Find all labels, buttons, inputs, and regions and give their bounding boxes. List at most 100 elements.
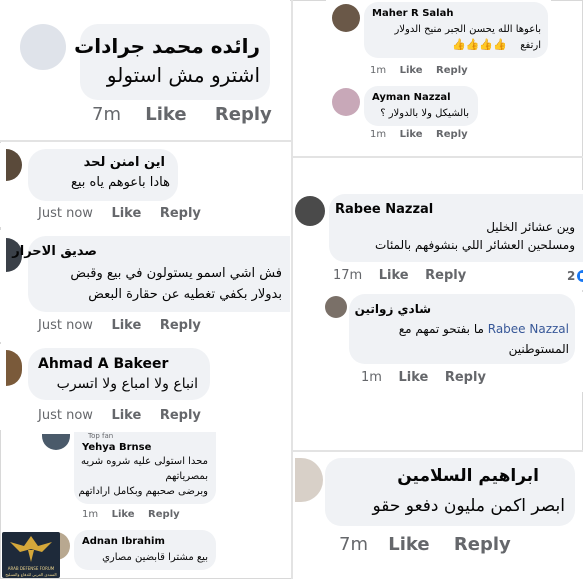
reply-button[interactable]: Reply — [148, 509, 180, 520]
commenter-name[interactable]: رائده محمد جرادات — [74, 34, 260, 58]
commenter-name[interactable]: Yehya Brnse — [82, 442, 151, 453]
comment-text: ارتفع — [520, 40, 541, 51]
logo-text-en: ARAB DEFENSE FORUM — [7, 566, 55, 571]
like-button[interactable]: Like — [112, 509, 135, 520]
avatar[interactable] — [6, 350, 22, 386]
like-button[interactable]: Like — [400, 129, 423, 140]
thumbs-up-emoji: 👍👍👍👍 — [452, 38, 507, 51]
avatar[interactable] — [332, 4, 360, 32]
mention-link[interactable]: Rabee Nazzal — [488, 322, 569, 336]
comment-meta: Just now Like Reply — [38, 206, 201, 221]
reply-button[interactable]: Reply — [215, 104, 272, 125]
comment-meta: Just now Like Reply — [38, 408, 201, 423]
comment-shot-6: Adnan Ibrahim بيع مشترا قابضين مصاري — [40, 528, 220, 574]
top-fan-badge: Top fan — [88, 432, 114, 440]
like-reaction-icon — [577, 270, 583, 282]
comment-text: فش اشي اسمو يستولون في بيع وقبض — [70, 266, 282, 281]
comment-shot-4: Ahmad A Bakeer انباع ولا امباع ولا اتسرب… — [0, 344, 290, 430]
comment-text: بيع مشترا قابضين مصاري — [102, 552, 208, 563]
right-divider-1 — [293, 156, 583, 158]
timestamp: 7m — [92, 104, 121, 125]
logo-text-ar: المنتدى العربي للدفاع والتسليح — [5, 572, 57, 577]
commenter-name[interactable]: Adnan Ibrahim — [82, 536, 165, 547]
like-button[interactable]: Like — [379, 268, 409, 283]
timestamp: 1m — [370, 129, 387, 140]
comment-shot-1: رائده محمد جرادات اشترو مش استولو 7m Lik… — [0, 0, 290, 140]
commenter-name[interactable]: Ayman Nazzal — [372, 92, 451, 103]
comment-text: وين عشائر الخليل — [486, 220, 575, 234]
like-button[interactable]: Like — [111, 408, 141, 423]
forum-logo: ARAB DEFENSE FORUM المنتدى العربي للدفاع… — [2, 532, 60, 578]
comment-text: بالشيكل ولا بالدولار ؟ — [380, 108, 469, 119]
comment-shot-11: ابراهيم السلامين ابصر اكمن مليون دفعو حق… — [293, 452, 583, 579]
avatar[interactable] — [295, 196, 325, 226]
comment-shot-5: Top fan Yehya Brnse محدا استولى عليه شرو… — [40, 432, 220, 524]
avatar[interactable] — [6, 149, 22, 181]
comment-text: ابصر اكمن مليون دفعو حقو — [372, 496, 565, 516]
reply-button[interactable]: Reply — [160, 318, 201, 333]
comment-meta: 7m Like Reply — [92, 104, 272, 125]
timestamp: Just now — [38, 206, 93, 221]
timestamp: 17m — [333, 268, 363, 283]
comment-shot-10: شادي زواتين Rabee Nazzal ما بفتحو تمهم م… — [293, 292, 583, 392]
like-button[interactable]: Like — [111, 206, 141, 221]
reaction-count[interactable]: 2 — [567, 269, 583, 283]
comment-text: ومسلحين العشائر اللي بنشوفهم بالمئات — [374, 238, 575, 252]
comment-text: باعوها الله يحسن الجبر منيح الدولار — [394, 24, 541, 35]
comment-text: اشترو مش استولو — [106, 63, 260, 87]
comment-shot-3: صديق الاحرار فش اشي اسمو يستولون في بيع … — [0, 230, 290, 342]
comment-text: Rabee Nazzal ما بفتحو تمهم مع — [399, 322, 569, 336]
avatar[interactable] — [20, 24, 66, 70]
avatar[interactable] — [325, 296, 347, 318]
comment-shot-8: Ayman Nazzal بالشيكل ولا بالدولار ؟ 1m L… — [326, 84, 551, 148]
timestamp: 1m — [370, 65, 387, 76]
like-button[interactable]: Like — [111, 318, 141, 333]
reply-button[interactable]: Reply — [436, 129, 468, 140]
comment-meta: 1m Like Reply — [82, 509, 180, 520]
comment-shot-2: اين امنن لحد هادا باعوهم ياه بيع Just no… — [0, 143, 290, 227]
avatar[interactable] — [295, 458, 323, 502]
eagle-icon — [10, 536, 52, 562]
commenter-name[interactable]: اين امنن لحد — [84, 155, 165, 170]
comment-text: بدولار بكفي تغطيه عن حقارة البعض — [88, 287, 282, 302]
timestamp: 1m — [82, 509, 99, 520]
timestamp: Just now — [38, 318, 93, 333]
reply-button[interactable]: Reply — [160, 206, 201, 221]
like-button[interactable]: Like — [398, 370, 428, 385]
commenter-name[interactable]: Maher R Salah — [372, 8, 453, 19]
comment-meta: 1m Like Reply — [370, 65, 468, 76]
like-button[interactable]: Like — [400, 65, 423, 76]
avatar[interactable] — [42, 434, 70, 450]
comment-meta: Just now Like Reply — [38, 318, 201, 333]
comment-shot-7: Maher R Salah باعوها الله يحسن الجبر مني… — [326, 0, 551, 82]
comment-text: هادا باعوهم ياه بيع — [70, 175, 170, 190]
comment-text: انباع ولا امباع ولا اتسرب — [56, 376, 198, 392]
timestamp: Just now — [38, 408, 93, 423]
comment-text-part: ما بفتحو تمهم مع — [398, 322, 484, 336]
reaction-number: 2 — [567, 269, 576, 283]
commenter-name[interactable]: صديق الاحرار — [12, 244, 97, 259]
comment-text: بمصرياتهم — [165, 471, 208, 482]
reply-button[interactable]: Reply — [436, 65, 468, 76]
reply-button[interactable]: Reply — [445, 370, 486, 385]
commenter-name[interactable]: ابراهيم السلامين — [397, 466, 539, 486]
commenter-name[interactable]: Ahmad A Bakeer — [38, 356, 168, 372]
like-button[interactable]: Like — [388, 534, 429, 555]
left-divider-1 — [0, 140, 291, 142]
timestamp: 1m — [361, 370, 382, 385]
reply-button[interactable]: Reply — [454, 534, 511, 555]
like-button[interactable]: Like — [145, 104, 186, 125]
comment-text: محدا استولى عليه شروه شريه — [81, 456, 208, 467]
comment-meta: 1m Like Reply — [361, 370, 486, 385]
timestamp: 7m — [339, 534, 368, 555]
comment-meta: 1m Like Reply — [370, 129, 468, 140]
comment-meta: 17m Like Reply — [333, 268, 466, 283]
comment-shot-9: Rabee Nazzal وين عشائر الخليل ومسلحين ال… — [293, 190, 583, 290]
comment-text: وبرضى صحبهم وبكامل اراداتهم — [78, 486, 209, 497]
reply-button[interactable]: Reply — [160, 408, 201, 423]
commenter-name[interactable]: Rabee Nazzal — [335, 202, 433, 217]
comment-meta: 7m Like Reply — [339, 534, 511, 555]
reply-button[interactable]: Reply — [425, 268, 466, 283]
commenter-name[interactable]: شادي زواتين — [355, 302, 431, 316]
avatar[interactable] — [332, 88, 360, 116]
